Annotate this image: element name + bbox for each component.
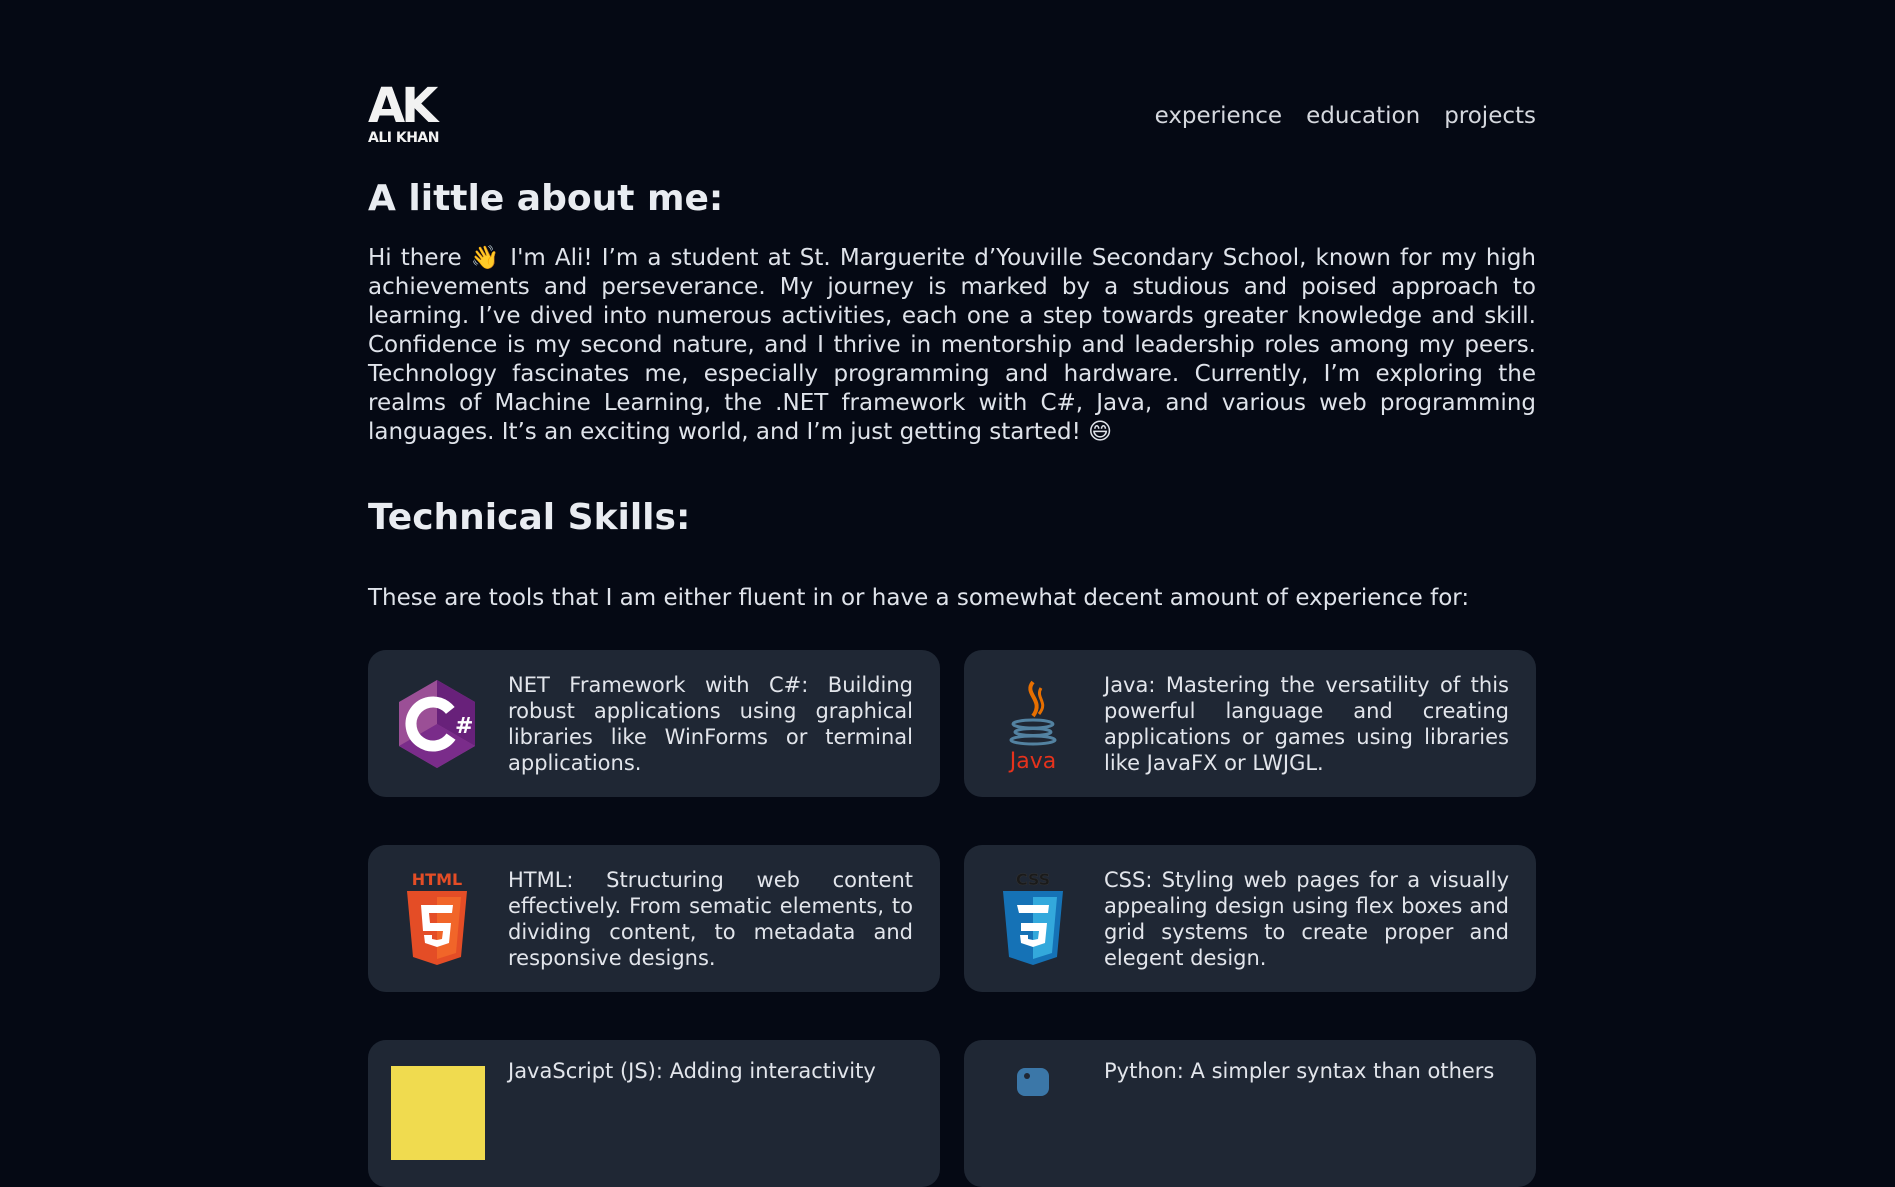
skill-description: CSS: Styling web pages for a visually ap… bbox=[1104, 868, 1509, 970]
nav-experience-link[interactable]: experience bbox=[1155, 103, 1282, 129]
html5-icon: HTML bbox=[392, 869, 482, 969]
logo[interactable]: AK ALI KHAN bbox=[368, 82, 448, 146]
html-wordmark: HTML bbox=[412, 870, 462, 889]
logo-name: ALI KHAN bbox=[368, 130, 439, 146]
skill-description: HTML: Structuring web content effectivel… bbox=[508, 868, 913, 970]
skill-card-javascript: JavaScript (JS): Adding interactivity bbox=[368, 1040, 940, 1187]
css3-icon: CSS bbox=[988, 869, 1078, 969]
java-wordmark: Java bbox=[1008, 749, 1056, 774]
top-nav: experience education projects bbox=[1155, 103, 1536, 129]
skill-card-java: Java Java: Mastering the versatility of … bbox=[964, 650, 1536, 797]
skill-description: JavaScript (JS): Adding interactivity bbox=[508, 1059, 876, 1083]
nav-projects-link[interactable]: projects bbox=[1444, 103, 1536, 129]
skill-description: Java: Mastering the versatility of this … bbox=[1104, 673, 1509, 775]
css-wordmark: CSS bbox=[1016, 870, 1050, 889]
skills-intro: These are tools that I am either fluent … bbox=[368, 585, 1470, 611]
nav-education-link[interactable]: education bbox=[1306, 103, 1420, 129]
skill-card-python: Python: A simpler syntax than others bbox=[964, 1040, 1536, 1187]
about-paragraph: Hi there 👋 I'm Ali! I’m a student at St.… bbox=[368, 245, 1536, 445]
skill-description: NET Framework with C#: Building robust a… bbox=[508, 673, 913, 775]
logo-mark: AK bbox=[368, 78, 438, 134]
header: AK ALI KHAN experience education project… bbox=[368, 0, 1536, 170]
skill-card-csharp: # NET Framework with C#: Building robust… bbox=[368, 650, 940, 797]
skill-card-css: CSS CSS: Styling web pages for a visuall… bbox=[964, 845, 1536, 992]
javascript-icon bbox=[390, 1066, 486, 1166]
svg-text:#: # bbox=[455, 714, 473, 739]
page: AK ALI KHAN experience education project… bbox=[368, 0, 1536, 1187]
about-heading: A little about me: bbox=[368, 178, 724, 219]
csharp-icon: # bbox=[392, 674, 482, 774]
skills-heading: Technical Skills: bbox=[368, 497, 691, 538]
skill-description: Python: A simpler syntax than others bbox=[1104, 1059, 1495, 1083]
java-icon: Java bbox=[988, 674, 1078, 774]
skill-card-html: HTML HTML: Structuring web content effec… bbox=[368, 845, 940, 992]
python-icon bbox=[988, 1064, 1078, 1164]
